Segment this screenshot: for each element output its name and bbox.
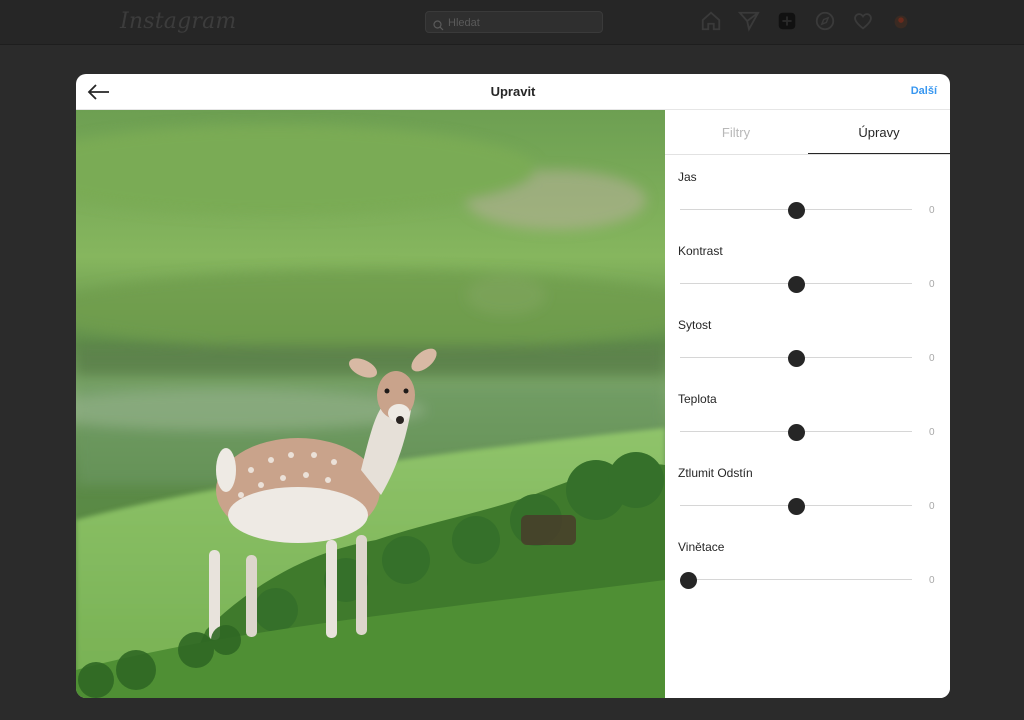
vignette-slider[interactable] xyxy=(680,570,912,590)
slider-thumb[interactable] xyxy=(788,350,805,367)
photo-preview xyxy=(76,110,665,698)
fade-slider[interactable] xyxy=(680,496,912,516)
adjustment-value: 0 xyxy=(929,575,935,586)
modal-header: Upravit Další xyxy=(76,74,950,110)
next-button[interactable]: Další xyxy=(911,85,937,97)
home-icon[interactable] xyxy=(700,10,724,34)
adjustment-value: 0 xyxy=(929,353,935,364)
temperature-slider[interactable] xyxy=(680,422,912,442)
slider-thumb[interactable] xyxy=(788,202,805,219)
adjustment-label: Teplota xyxy=(678,392,717,406)
adjustment-label: Jas xyxy=(678,170,697,184)
direct-message-icon[interactable] xyxy=(737,10,762,34)
tab-adjustments[interactable]: Úpravy xyxy=(808,125,950,140)
adjustment-brightness: Jas 0 xyxy=(665,170,950,244)
slider-thumb[interactable] xyxy=(788,276,805,293)
adjustments-panel: Filtry Úpravy Jas 0 Kontrast 0 Sytost 0 … xyxy=(665,110,950,698)
brightness-slider[interactable] xyxy=(680,200,912,220)
slider-thumb[interactable] xyxy=(680,572,697,589)
active-tab-indicator xyxy=(808,153,950,154)
search-icon xyxy=(433,17,444,39)
nav-icon-group xyxy=(700,10,914,34)
adjustment-temperature: Teplota 0 xyxy=(665,392,950,466)
top-navigation-bar: Instagram Hledat xyxy=(0,0,1024,45)
adjustment-saturation: Sytost 0 xyxy=(665,318,950,392)
search-placeholder: Hledat xyxy=(448,17,480,29)
instagram-logo[interactable]: Instagram xyxy=(120,9,236,34)
heart-icon[interactable] xyxy=(852,10,876,34)
edit-modal: Upravit Další Filtry Úpravy Jas 0 Kontra… xyxy=(76,74,950,698)
new-post-icon[interactable] xyxy=(776,10,800,34)
adjustment-label: Ztlumit Odstín xyxy=(678,466,753,480)
adjustment-value: 0 xyxy=(929,427,935,438)
slider-track xyxy=(680,579,912,580)
profile-avatar-icon[interactable] xyxy=(890,10,914,34)
adjustment-value: 0 xyxy=(929,205,935,216)
adjustment-value: 0 xyxy=(929,279,935,290)
adjustment-contrast: Kontrast 0 xyxy=(665,244,950,318)
explore-icon[interactable] xyxy=(814,10,838,34)
modal-title: Upravit xyxy=(490,84,536,99)
tab-filters[interactable]: Filtry xyxy=(665,125,807,140)
adjustment-fade: Ztlumit Odstín 0 xyxy=(665,466,950,540)
slider-thumb[interactable] xyxy=(788,498,805,515)
slider-thumb[interactable] xyxy=(788,424,805,441)
adjustment-label: Kontrast xyxy=(678,244,723,258)
adjustment-label: Vinětace xyxy=(678,540,725,554)
contrast-slider[interactable] xyxy=(680,274,912,294)
adjustment-label: Sytost xyxy=(678,318,712,332)
saturation-slider[interactable] xyxy=(680,348,912,368)
adjustment-value: 0 xyxy=(929,501,935,512)
editor-tabs: Filtry Úpravy xyxy=(665,110,950,155)
search-input[interactable]: Hledat xyxy=(425,11,603,33)
adjustment-vignette: Vinětace 0 xyxy=(665,540,950,614)
